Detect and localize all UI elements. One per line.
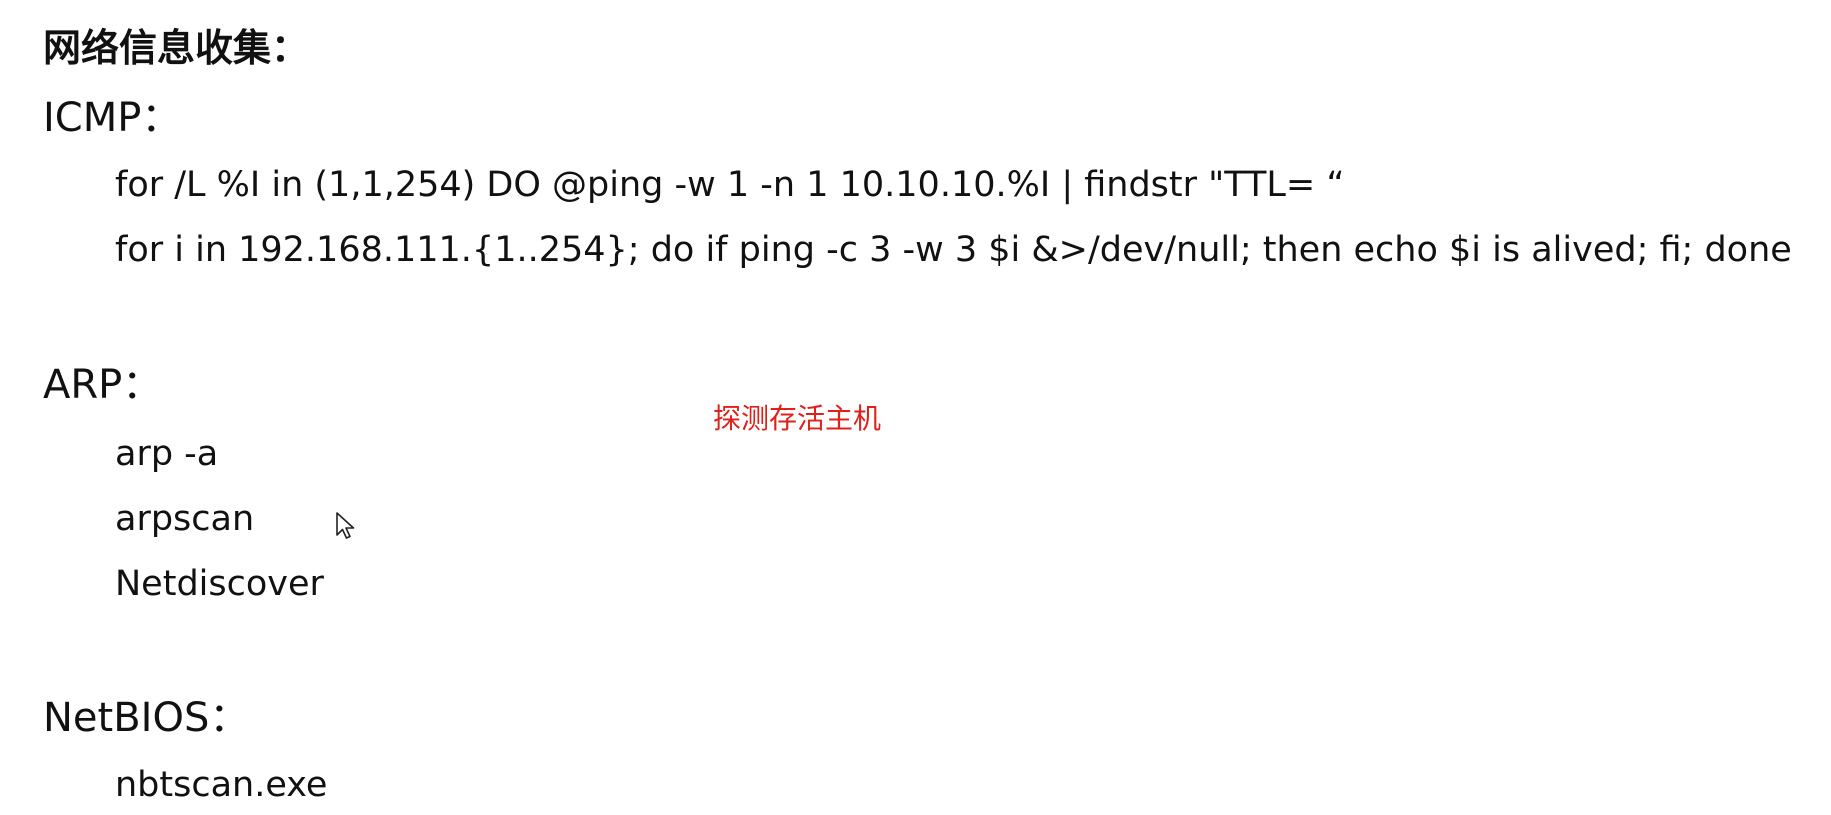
page-title: 网络信息收集：: [43, 26, 310, 70]
netbios-heading: NetBIOS：: [43, 695, 250, 741]
icmp-command-linux: for i in 192.168.111.{1..254}; do if pin…: [115, 230, 1792, 270]
annotation-text: 探测存活主机: [713, 402, 882, 435]
arp-command-netdiscover: Netdiscover: [115, 564, 324, 604]
mouse-pointer-icon: [336, 512, 355, 539]
netbios-command-nbtscan: nbtscan.exe: [115, 765, 328, 805]
arp-command-arpscan: arpscan: [115, 499, 255, 539]
arp-heading: ARP：: [43, 362, 163, 408]
arp-command-arp: arp -a: [115, 434, 219, 474]
icmp-heading: ICMP：: [43, 95, 182, 141]
icmp-command-windows: for /L %I in (1,1,254) DO @ping -w 1 -n …: [115, 165, 1345, 205]
